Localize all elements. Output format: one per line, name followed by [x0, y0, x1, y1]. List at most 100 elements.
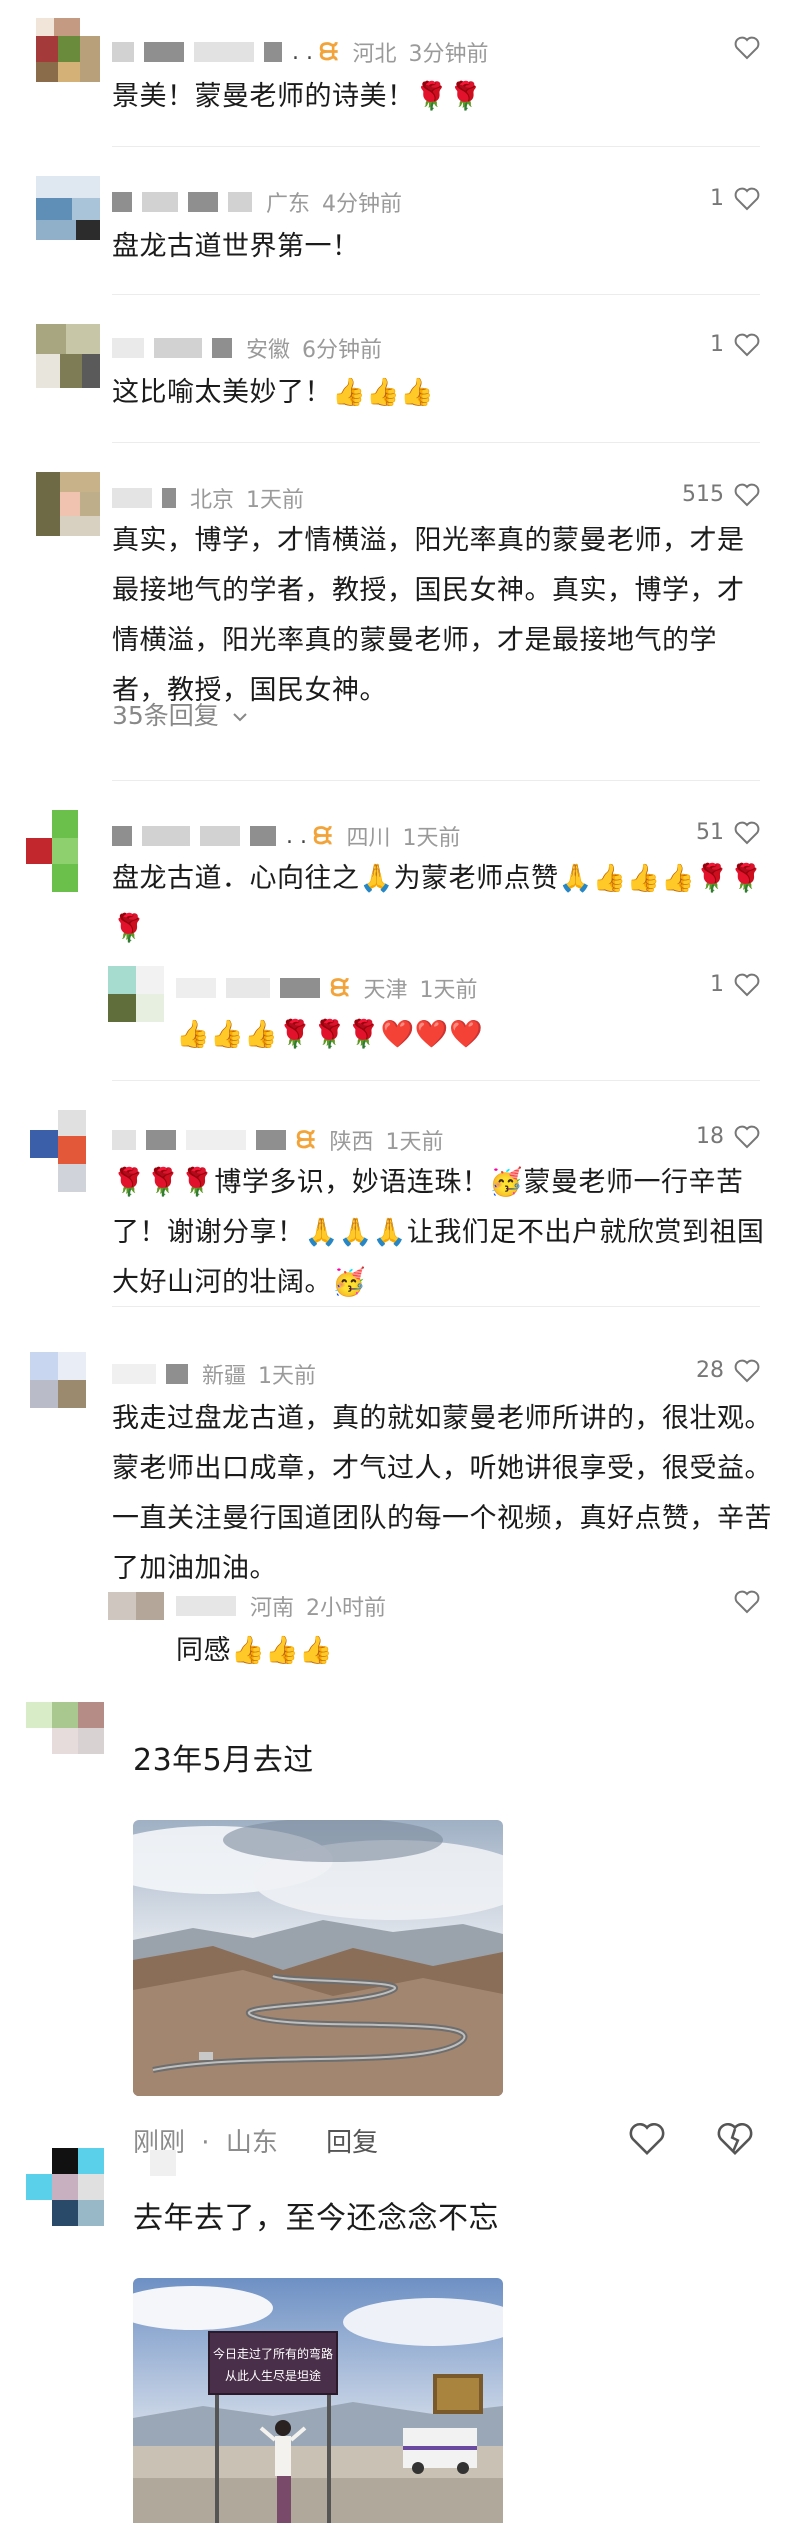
like-count: 1: [710, 332, 724, 357]
heart-outline-icon: [734, 973, 760, 996]
comment-meta: ᙙ 陕西 1天前: [112, 1122, 443, 1158]
heart-outline-icon: [734, 821, 760, 844]
divider: [112, 780, 760, 781]
dislike-button[interactable]: [716, 2122, 754, 2160]
vip-badge-icon: ᙙ: [296, 1126, 316, 1154]
avatar[interactable]: [36, 472, 100, 536]
like-button[interactable]: 515: [682, 482, 760, 507]
comment-text: 这比喻太美妙了！👍👍👍: [112, 377, 435, 408]
like-count: 1: [710, 972, 724, 997]
like-button[interactable]: 28: [696, 1358, 760, 1383]
divider: [112, 1080, 760, 1081]
replies-count-label: 35条回复: [112, 701, 219, 730]
signboard-photo: 今日走过了所有的弯路 从此人生尽是坦途: [133, 2278, 503, 2523]
comment-time: 1天前: [246, 488, 305, 513]
heart-outline-icon: [734, 36, 760, 60]
like-count: 515: [682, 482, 724, 507]
divider: [112, 442, 760, 443]
divider: [112, 294, 760, 295]
comment-location: 河北: [352, 42, 397, 67]
heart-outline-icon: [734, 187, 760, 210]
comment-location: 新疆: [202, 1364, 247, 1389]
vip-badge-icon: ᙙ: [318, 38, 339, 66]
reply-time: 1天前: [419, 978, 478, 1003]
comment-location: 广东: [266, 192, 311, 217]
comment-text: 盘龙古道．心向往之🙏为蒙老师点赞🙏👍👍👍🌹🌹🌹: [112, 863, 764, 944]
avatar[interactable]: [36, 176, 100, 240]
avatar[interactable]: [108, 1592, 164, 1620]
comment-meta: 新疆 1天前: [112, 1356, 316, 1392]
reply-location: 河南: [250, 1596, 295, 1621]
reply-text: 👍👍👍🌹🌹🌹❤️❤️❤️: [176, 1019, 484, 1050]
avatar[interactable]: [36, 324, 100, 388]
like-button[interactable]: 1: [710, 332, 760, 357]
comment-location: 安徽: [246, 338, 291, 363]
like-count: 51: [696, 820, 724, 845]
avatar[interactable]: [26, 810, 86, 894]
comment-meta: . . ᙙ 河北 3分钟前: [112, 34, 488, 70]
like-button[interactable]: 18: [696, 1124, 760, 1149]
vip-badge-icon: ᙙ: [312, 822, 333, 850]
comment-text: 我走过盘龙古道，真的就如蒙曼老师所讲的，很壮观。蒙老师出口成章，才气过人，听她讲…: [112, 1403, 772, 1584]
reply-meta: ᙙ 天津 1天前: [176, 970, 477, 1006]
comment-time: 1天前: [385, 1130, 444, 1155]
like-button[interactable]: [628, 2122, 666, 2160]
divider: [112, 1306, 760, 1307]
reply-location: 天津: [363, 978, 408, 1003]
like-button[interactable]: 1: [710, 972, 760, 997]
comment-text: 🌹🌹🌹博学多识，妙语连珠！🥳蒙曼老师一行辛苦了！谢谢分享！🙏🙏🙏让我们足不出户就…: [112, 1167, 765, 1298]
post-text: 23年5月去过: [133, 1743, 314, 1778]
reply-button[interactable]: 回复: [326, 2128, 378, 2158]
comment-time: 6分钟前: [302, 338, 383, 363]
post-photo[interactable]: 今日走过了所有的弯路 从此人生尽是坦途: [133, 2278, 503, 2523]
comment-time: 1天前: [258, 1364, 317, 1389]
comment-text: 盘龙古道世界第一！: [112, 231, 360, 262]
footer-separator: ·: [201, 2128, 210, 2158]
avatar[interactable]: [30, 1110, 86, 1194]
comment-meta: 安徽 6分钟前: [112, 330, 382, 366]
like-count: 18: [696, 1124, 724, 1149]
heart-outline-icon: [734, 1359, 760, 1382]
comment-meta: 北京 1天前: [112, 480, 304, 516]
like-count: 28: [696, 1358, 724, 1383]
heart-outline-icon: [734, 333, 760, 356]
comment-meta: 广东 4分钟前: [112, 184, 402, 220]
user-name-blur: [150, 2150, 176, 2176]
avatar[interactable]: [30, 1352, 86, 1408]
comment-time: 3分钟前: [408, 42, 489, 67]
avatar[interactable]: [26, 1702, 106, 1756]
chevron-down-icon: [233, 713, 247, 722]
expand-replies-button[interactable]: 35条回复: [112, 696, 249, 732]
avatar[interactable]: [108, 966, 164, 1022]
post-text: 去年去了，至今还念念不忘: [133, 2201, 499, 2236]
reply-text: 同感👍👍👍: [176, 1635, 334, 1666]
comment-time: 4分钟前: [322, 192, 403, 217]
comment-text: 真实，博学，才情横溢，阳光率真的蒙曼老师，才是最接地气的学者，教授，国民女神。真…: [112, 525, 745, 706]
heart-outline-icon: [734, 1590, 760, 1614]
like-button[interactable]: 51: [696, 820, 760, 845]
vip-badge-icon: ᙙ: [330, 974, 350, 1002]
heart-outline-icon: [734, 1125, 760, 1148]
like-button[interactable]: [724, 1590, 760, 1614]
comment-location: 四川: [346, 826, 391, 851]
post-photo[interactable]: [133, 1820, 503, 2096]
like-button[interactable]: 1: [710, 186, 760, 211]
comment-location: 北京: [190, 488, 235, 513]
broken-heart-icon: [717, 2123, 753, 2155]
sign-text-line2: 从此人生尽是坦途: [225, 2368, 321, 2383]
heart-outline-icon: [629, 2123, 665, 2155]
like-count: 1: [710, 186, 724, 211]
sign-text-line1: 今日走过了所有的弯路: [213, 2346, 333, 2361]
mountain-road-photo: [133, 1820, 503, 2096]
avatar[interactable]: [26, 2148, 106, 2228]
like-button[interactable]: [724, 36, 760, 60]
reply-meta: 河南 2小时前: [176, 1588, 386, 1624]
comment-location: 陕西: [329, 1130, 374, 1155]
avatar[interactable]: [36, 18, 100, 82]
heart-outline-icon: [734, 483, 760, 506]
reply-time: 2小时前: [306, 1596, 387, 1621]
comment-text: 景美！蒙曼老师的诗美！🌹🌹: [112, 81, 483, 112]
comment-time: 1天前: [402, 826, 461, 851]
post-location: 山东: [225, 2128, 278, 2158]
comment-meta: . . ᙙ 四川 1天前: [112, 818, 460, 854]
